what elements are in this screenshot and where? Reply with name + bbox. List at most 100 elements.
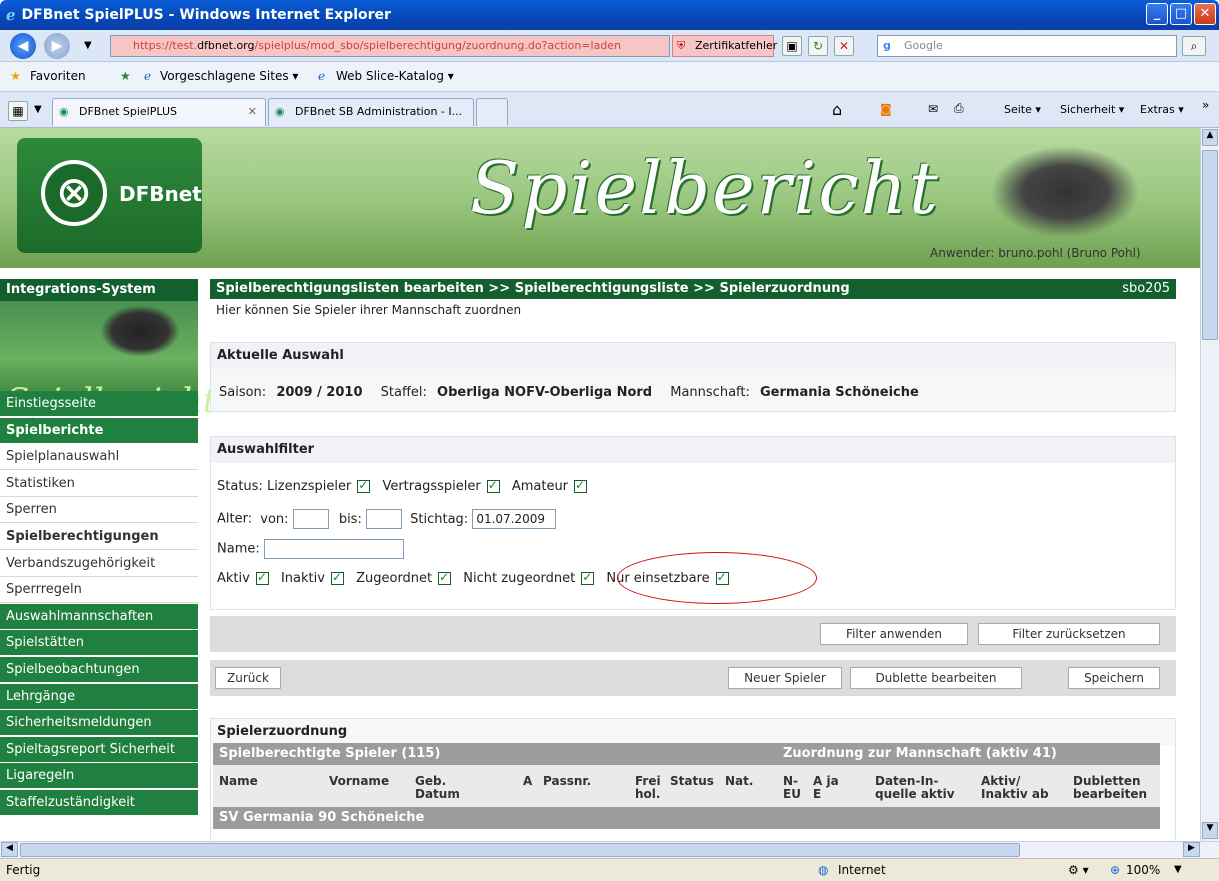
amateur-checkbox[interactable] bbox=[574, 478, 588, 493]
tab-list-icon[interactable]: ▼ bbox=[34, 104, 42, 115]
vertragsspieler-checkbox[interactable] bbox=[486, 478, 500, 493]
maximize-button[interactable]: □ bbox=[1170, 3, 1192, 25]
age-from-input[interactable] bbox=[292, 509, 329, 529]
quick-tabs-icon[interactable]: ▦ bbox=[8, 101, 28, 121]
tab-dfbnet-spielplus[interactable]: ◉ DFBnet SpielPLUS ✕ bbox=[52, 98, 266, 126]
zugeordnet-checkbox[interactable] bbox=[438, 570, 452, 585]
nicht-zugeordnet-checkbox[interactable] bbox=[581, 570, 595, 585]
ref-date-input[interactable]: 01.07.2009 bbox=[472, 509, 557, 529]
sidebar-item-spielberechtigungen[interactable]: Spielberechtigungen bbox=[0, 524, 198, 550]
col-passnr[interactable]: Passnr. bbox=[543, 775, 591, 788]
site-favicon-icon: ◉ bbox=[275, 105, 285, 118]
save-button[interactable]: Speichern bbox=[1068, 667, 1160, 689]
ie-site-icon: ℯ bbox=[144, 69, 152, 83]
sidebar-item-spieltagsreport-sicherheit[interactable]: Spieltagsreport Sicherheit bbox=[0, 736, 198, 763]
suggested-sites-link[interactable]: Vorgeschlagene Sites ▾ bbox=[160, 69, 298, 83]
sidebar: Integrations-System Spielbericht Einstie… bbox=[0, 279, 217, 841]
add-favorite-icon[interactable]: ★ bbox=[120, 69, 131, 83]
certificate-error-button[interactable]: ⛨ Zertifikatfehler bbox=[672, 35, 777, 57]
vertical-scrollbar[interactable]: ▲ ▼ bbox=[1200, 128, 1219, 841]
action-button-bar: Zurück Neuer Spieler Dublette bearbeiten… bbox=[210, 660, 1176, 696]
sidebar-item-ligaregeln[interactable]: Ligaregeln bbox=[0, 763, 198, 790]
sidebar-item-lehrgänge[interactable]: Lehrgänge bbox=[0, 683, 198, 710]
scroll-down-icon[interactable]: ▼ bbox=[1202, 822, 1218, 839]
sidebar-item-verbandszugehörigkeit[interactable]: Verbandszugehörigkeit bbox=[0, 550, 198, 577]
sidebar-item-auswahlmannschaften[interactable]: Auswahlmannschaften bbox=[0, 603, 198, 630]
back-nav-button[interactable]: ◀ bbox=[10, 33, 36, 59]
lizenzspieler-checkbox[interactable] bbox=[357, 478, 371, 493]
col-name[interactable]: Name bbox=[219, 775, 258, 788]
protected-mode-icon[interactable]: ⚙ ▾ bbox=[1068, 859, 1089, 881]
sidebar-item-spielberichte[interactable]: Spielberichte bbox=[0, 417, 198, 444]
sidebar-item-einstiegsseite[interactable]: Einstiegsseite bbox=[0, 391, 198, 417]
dfbnet-logo[interactable]: ⨂ DFBnet bbox=[17, 138, 202, 253]
col-vorname[interactable]: Vorname bbox=[329, 775, 389, 788]
sidebar-item-spielstätten[interactable]: Spielstätten bbox=[0, 630, 198, 657]
col-a[interactable]: A bbox=[523, 775, 532, 788]
breadcrumb-text[interactable]: Spielberechtigungslisten bearbeiten >> S… bbox=[216, 281, 850, 296]
tab-strip: ▦ ▼ ◉ DFBnet SpielPLUS ✕ ◉ DFBnet SB Adm… bbox=[0, 92, 1219, 128]
safety-menu[interactable]: Sicherheit ▾ bbox=[1060, 103, 1124, 116]
feeds-icon[interactable]: ◙ bbox=[880, 102, 892, 116]
col-geb-datum[interactable]: Geb. Datum bbox=[415, 775, 465, 801]
close-tab-icon[interactable]: ✕ bbox=[248, 99, 257, 125]
print-icon[interactable]: ⎙ bbox=[954, 101, 964, 116]
scroll-thumb[interactable] bbox=[1202, 150, 1218, 340]
compatibility-icon[interactable]: ▣ bbox=[782, 36, 802, 56]
col-status[interactable]: Status bbox=[670, 775, 714, 788]
col-frei-hol[interactable]: Frei hol. bbox=[635, 775, 671, 801]
col-aktiv-inaktiv[interactable]: Aktiv/ Inaktiv ab bbox=[981, 775, 1063, 801]
age-to-label: bis: bbox=[338, 511, 362, 527]
tab-sb-administration[interactable]: ◉ DFBnet SB Administration - I... bbox=[268, 98, 474, 126]
zoom-icon[interactable]: ⊕ bbox=[1110, 859, 1120, 881]
col-n-eu[interactable]: N-EU bbox=[783, 775, 811, 801]
dfb-emblem-icon: ⨂ bbox=[41, 160, 107, 226]
back-button[interactable]: Zurück bbox=[215, 667, 281, 689]
favorites-button[interactable]: Favoriten bbox=[30, 69, 86, 83]
apply-filter-button[interactable]: Filter anwenden bbox=[820, 623, 968, 645]
col-dubletten[interactable]: Dubletten bearbeiten bbox=[1073, 775, 1163, 801]
col-a-ja-e[interactable]: A ja E bbox=[813, 775, 845, 801]
sidebar-item-sperren[interactable]: Sperren bbox=[0, 497, 198, 524]
club-group-row: SV Germania 90 Schöneiche bbox=[213, 807, 1160, 829]
zoom-level[interactable]: 100% bbox=[1126, 859, 1160, 881]
sidebar-item-staffelzuständigkeit[interactable]: Staffelzuständigkeit bbox=[0, 790, 198, 816]
zoom-dropdown-icon[interactable]: ▼ bbox=[1174, 859, 1182, 881]
sidebar-item-sicherheitsmeldungen[interactable]: Sicherheitsmeldungen bbox=[0, 710, 198, 737]
age-to-input[interactable] bbox=[365, 509, 402, 529]
col-nat[interactable]: Nat. bbox=[725, 775, 753, 788]
home-icon[interactable]: ⌂ bbox=[832, 100, 842, 119]
forward-nav-button[interactable]: ▶ bbox=[44, 33, 70, 59]
sidebar-item-sperrregeln[interactable]: Sperrregeln bbox=[0, 577, 198, 604]
refresh-icon[interactable]: ↻ bbox=[808, 36, 828, 56]
search-input[interactable]: g Google bbox=[877, 35, 1177, 57]
page-menu[interactable]: Seite ▾ bbox=[1004, 103, 1041, 116]
chevron-more-icon[interactable]: » bbox=[1202, 98, 1209, 112]
close-window-button[interactable]: ✕ bbox=[1194, 3, 1216, 25]
scroll-right-icon[interactable]: ▶ bbox=[1183, 842, 1200, 857]
web-slice-link[interactable]: Web Slice-Katalog ▾ bbox=[336, 69, 454, 83]
scroll-up-icon[interactable]: ▲ bbox=[1202, 129, 1218, 146]
name-input[interactable] bbox=[263, 539, 404, 559]
inaktiv-checkbox[interactable] bbox=[330, 570, 344, 585]
tools-menu[interactable]: Extras ▾ bbox=[1140, 103, 1184, 116]
sidebar-item-spielbeobachtungen[interactable]: Spielbeobachtungen bbox=[0, 657, 198, 683]
mail-icon[interactable]: ✉ bbox=[928, 102, 938, 116]
new-player-button[interactable]: Neuer Spieler bbox=[728, 667, 842, 689]
sidebar-item-statistiken[interactable]: Statistiken bbox=[0, 470, 198, 497]
search-go-icon[interactable]: ⌕ bbox=[1182, 36, 1206, 56]
horizontal-scrollbar[interactable]: ◀ ▶ bbox=[0, 841, 1219, 858]
col-datenquelle[interactable]: Daten-In-quelle aktiv bbox=[875, 775, 971, 801]
sidebar-item-spielplanauswahl[interactable]: Spielplanauswahl bbox=[0, 444, 198, 471]
aktiv-checkbox[interactable] bbox=[255, 570, 269, 585]
reset-filter-button[interactable]: Filter zurücksetzen bbox=[978, 623, 1160, 645]
new-tab-button[interactable] bbox=[476, 98, 508, 126]
address-input[interactable]: https://test.dfbnet.org/spielplus/mod_sb… bbox=[110, 35, 670, 57]
minimize-button[interactable]: _ bbox=[1146, 3, 1168, 25]
season-value: 2009 / 2010 bbox=[276, 385, 363, 400]
scroll-left-icon[interactable]: ◀ bbox=[1, 842, 18, 857]
edit-duplicate-button[interactable]: Dublette bearbeiten bbox=[850, 667, 1022, 689]
history-dropdown-icon[interactable]: ▼ bbox=[84, 40, 92, 51]
hscroll-thumb[interactable] bbox=[20, 843, 1020, 857]
stop-icon[interactable]: ✕ bbox=[834, 36, 854, 56]
